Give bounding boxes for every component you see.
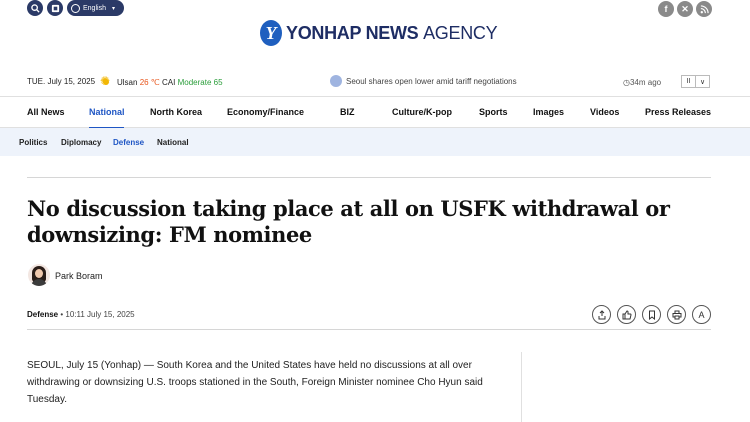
nav-item-all-news[interactable]: All News [27, 107, 65, 117]
subnav-item-politics[interactable]: Politics [19, 138, 47, 147]
rss-icon[interactable] [696, 1, 712, 17]
nav-item-north-korea[interactable]: North Korea [150, 107, 202, 117]
article-category[interactable]: Defense [27, 310, 58, 319]
bookmark-icon [648, 310, 655, 320]
cai-value: Moderate 65 [177, 78, 223, 87]
ticker-headline[interactable]: Seoul shares open lower amid tariff nego… [346, 77, 517, 86]
bookmark-button[interactable] [642, 305, 661, 324]
ticker-controls: II ∨ [681, 75, 710, 88]
author-avatar [28, 264, 50, 286]
share-icon [598, 309, 605, 319]
ticker-time: ◷34m ago [623, 78, 662, 87]
site-logo[interactable]: Y YONHAP NEWS AGENCY [260, 19, 498, 47]
language-selector[interactable]: English ▾ [67, 0, 124, 16]
news-ticker[interactable]: Seoul shares open lower amid tariff nego… [330, 75, 517, 87]
print-icon [672, 310, 681, 319]
info-bar: TUE. July 15, 2025 Ulsan 26 ℃ CAI Modera… [0, 72, 750, 92]
weather-city: Ulsan [117, 78, 138, 87]
search-icon[interactable] [27, 0, 43, 16]
logo-bold-text: YONHAP NEWS [286, 22, 419, 43]
language-label: English [83, 4, 106, 12]
article-meta: Defense • 10:11 July 15, 2025 [27, 310, 135, 319]
article-headline: No discussion taking place at all on USF… [27, 196, 670, 247]
facebook-icon[interactable]: f [658, 1, 674, 17]
subnav-item-diplomacy[interactable]: Diplomacy [61, 138, 101, 147]
weather-info: Ulsan 26 ℃ CAI Moderate 65 [117, 78, 223, 87]
logo-light-text: AGENCY [423, 22, 498, 43]
subnav-item-national[interactable]: National [157, 138, 189, 147]
caret-down-icon: ▾ [111, 5, 115, 12]
x-icon[interactable]: ✕ [677, 1, 693, 17]
logo-wordmark: YONHAP NEWS AGENCY [286, 22, 498, 44]
sub-nav: Politics Diplomacy Defense National [0, 128, 750, 156]
globe-icon [71, 3, 80, 13]
current-date: TUE. July 15, 2025 [27, 77, 96, 86]
nav-item-sports[interactable]: Sports [479, 107, 508, 117]
nav-item-national[interactable]: National [89, 107, 125, 117]
weather-temperature: 26 ℃ [139, 78, 160, 87]
ticker-icon [330, 75, 342, 87]
top-utility-bar: English ▾ f ✕ [0, 0, 750, 18]
menu-icon[interactable] [47, 0, 63, 16]
divider [27, 329, 711, 330]
yonhap-logo-icon: Y [260, 20, 282, 46]
sun-icon [100, 74, 112, 88]
column-divider [521, 352, 522, 422]
author-name[interactable]: Park Boram [55, 271, 103, 281]
article-body: SEOUL, July 15 (Yonhap) — South Korea an… [27, 360, 483, 405]
pause-button[interactable]: II [682, 76, 696, 87]
article-tools: A [592, 305, 711, 324]
nav-item-culture-kpop[interactable]: Culture/K-pop [392, 107, 452, 117]
nav-item-images[interactable]: Images [533, 107, 564, 117]
print-button[interactable] [667, 305, 686, 324]
main-nav: All News National North Korea Economy/Fi… [0, 96, 750, 129]
nav-item-biz[interactable]: BIZ [340, 107, 355, 117]
expand-button[interactable]: ∨ [696, 76, 709, 87]
nav-item-economy-finance[interactable]: Economy/Finance [227, 107, 304, 117]
subnav-item-defense[interactable]: Defense [113, 138, 144, 147]
divider [27, 177, 711, 178]
share-button[interactable] [592, 305, 611, 324]
nav-item-press-releases[interactable]: Press Releases [645, 107, 711, 117]
article-timestamp: • 10:11 July 15, 2025 [58, 310, 135, 319]
ticker-time-label: 34m ago [629, 78, 662, 87]
thumbs-up-icon [622, 309, 632, 319]
font-size-button[interactable]: A [692, 305, 711, 324]
cai-label: CAI [162, 78, 176, 87]
like-button[interactable] [617, 305, 636, 324]
nav-item-videos[interactable]: Videos [590, 107, 619, 117]
